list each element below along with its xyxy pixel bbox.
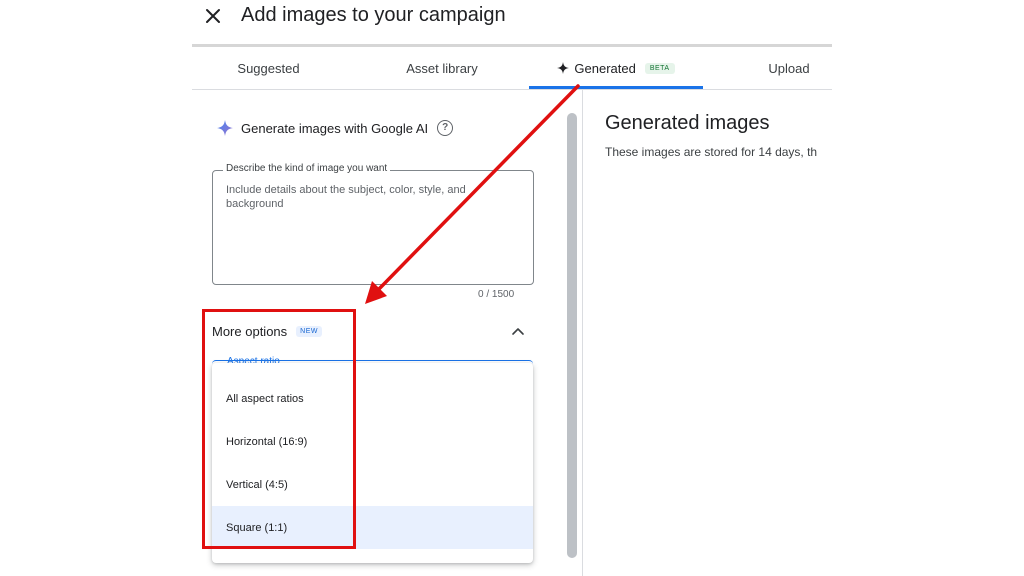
panel-divider — [582, 90, 583, 576]
sparkle-icon — [557, 62, 570, 74]
tab-label: Suggested — [237, 60, 300, 76]
generator-title: Generate images with Google AI — [241, 120, 429, 136]
tab-generated[interactable]: Generated BETA — [529, 47, 703, 89]
scrollbar-thumb[interactable] — [567, 113, 577, 558]
chevron-up-icon — [512, 328, 524, 335]
results-subtitle: These images are stored for 14 days, th — [605, 145, 818, 159]
tab-asset-library[interactable]: Asset library — [352, 47, 532, 89]
annotation-highlight-box — [202, 309, 356, 549]
help-icon[interactable]: ? — [437, 120, 454, 136]
prompt-label: Describe the kind of image you want — [223, 163, 391, 174]
active-tab-indicator — [529, 86, 703, 89]
character-counter: 0 / 1500 — [478, 289, 515, 300]
generator-heading: Generate images with Google AI ? — [217, 120, 454, 136]
beta-badge: BETA — [644, 62, 675, 74]
prompt-placeholder: Include details about the subject, color… — [226, 184, 466, 210]
tab-bar: Suggested Asset library Generated BETA U… — [192, 47, 832, 90]
google-ai-sparkle-icon — [217, 120, 233, 136]
close-button[interactable] — [201, 4, 225, 28]
close-icon — [206, 9, 220, 23]
tab-label: Upload — [768, 60, 810, 76]
tab-suggested[interactable]: Suggested — [192, 47, 345, 89]
tab-upload[interactable]: Upload — [722, 47, 856, 89]
collapse-button[interactable] — [510, 324, 526, 340]
page-title: Add images to your campaign — [241, 4, 506, 26]
results-title: Generated images — [605, 112, 770, 134]
tab-label: Asset library — [406, 60, 478, 76]
tab-label: Generated — [574, 60, 636, 76]
